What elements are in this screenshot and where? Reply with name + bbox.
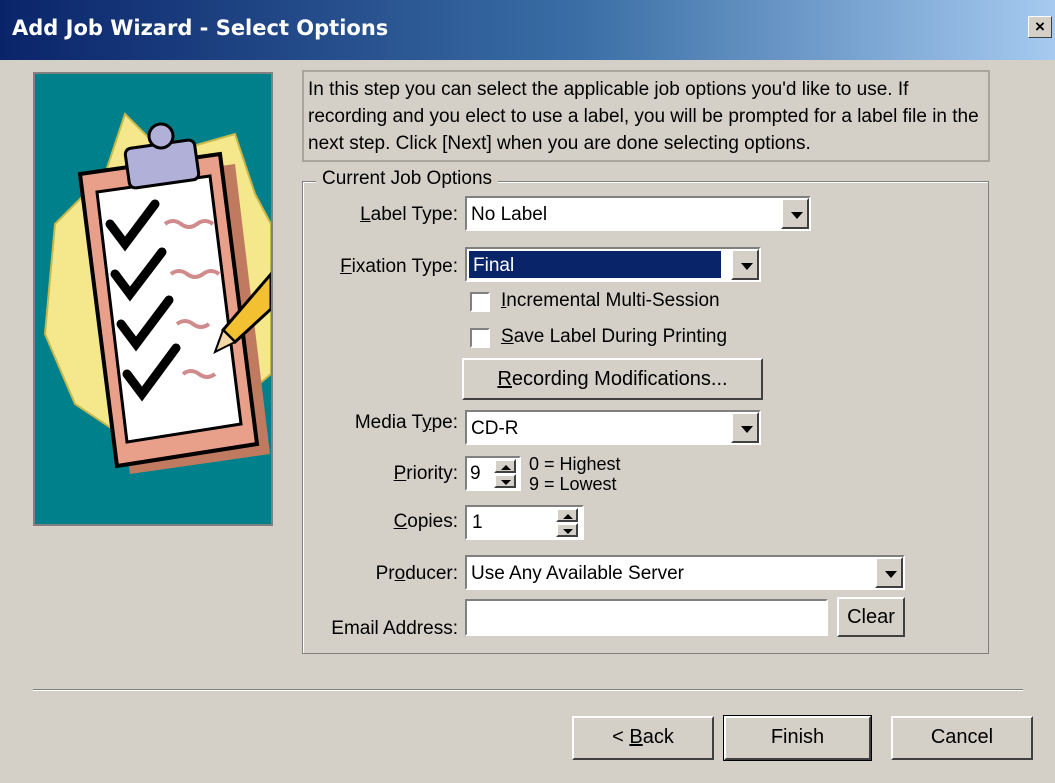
priority-hint-lowest: 9 = Lowest [529, 474, 617, 494]
fixation-type-value: Final [469, 251, 721, 278]
finish-button[interactable]: Finish [723, 715, 872, 761]
save-label-label: Save Label During Printing [501, 326, 728, 347]
media-type-label: Media Type: [354, 412, 458, 433]
copies-spin-buttons[interactable] [556, 508, 580, 539]
spinner-down-icon[interactable] [494, 474, 516, 488]
fixation-type-label: Fixation Type: [340, 256, 458, 277]
clipboard-illustration [43, 112, 271, 474]
incremental-multisession-checkbox[interactable] [470, 292, 490, 312]
dropdown-arrow-icon[interactable] [781, 198, 809, 229]
dropdown-arrow-icon[interactable] [875, 557, 903, 588]
group-title: Current Job Options [316, 168, 499, 190]
producer-value: Use Any Available Server [471, 563, 684, 584]
priority-spinner[interactable]: 9 [465, 456, 521, 491]
close-icon[interactable]: × [1028, 16, 1052, 38]
clear-button[interactable]: Clear [837, 597, 905, 637]
fixation-type-select[interactable]: Final [465, 247, 761, 282]
wizard-illustration [33, 72, 273, 526]
copies-label: Copies: [393, 511, 458, 532]
copies-spinner[interactable]: 1 [465, 505, 584, 540]
incremental-multisession-label: Incremental Multi-Session [501, 290, 720, 311]
label-type-value: No Label [471, 204, 548, 225]
email-input[interactable] [465, 599, 828, 636]
spinner-up-icon[interactable] [556, 508, 578, 522]
instructions-text: In this step you can select the applicab… [302, 70, 990, 162]
back-button[interactable]: < Back [572, 716, 714, 760]
media-type-value: CD-R [471, 418, 519, 439]
priority-hint: 0 = Highest 9 = Lowest [529, 454, 621, 494]
label-type-label: Label Type: [360, 204, 458, 225]
spinner-down-icon[interactable] [556, 523, 578, 537]
dropdown-arrow-icon[interactable] [731, 249, 759, 280]
priority-hint-highest: 0 = Highest [529, 454, 621, 474]
email-label: Email Address: [331, 618, 458, 639]
media-type-select[interactable]: CD-R [465, 410, 761, 445]
window-title: Add Job Wizard - Select Options [12, 16, 389, 40]
label-type-select[interactable]: No Label [465, 196, 811, 231]
producer-select[interactable]: Use Any Available Server [465, 555, 905, 590]
priority-spin-buttons[interactable] [494, 459, 518, 490]
separator [33, 689, 1023, 691]
dropdown-arrow-icon[interactable] [731, 412, 759, 443]
save-label-checkbox[interactable] [470, 328, 490, 348]
priority-value: 9 [470, 463, 481, 484]
recording-modifications-button[interactable]: Recording Modifications... [462, 358, 763, 400]
copies-value: 1 [472, 512, 483, 533]
producer-label: Producer: [375, 563, 458, 584]
spinner-up-icon[interactable] [494, 459, 516, 473]
cancel-button[interactable]: Cancel [891, 716, 1033, 760]
priority-label: Priority: [393, 463, 458, 484]
